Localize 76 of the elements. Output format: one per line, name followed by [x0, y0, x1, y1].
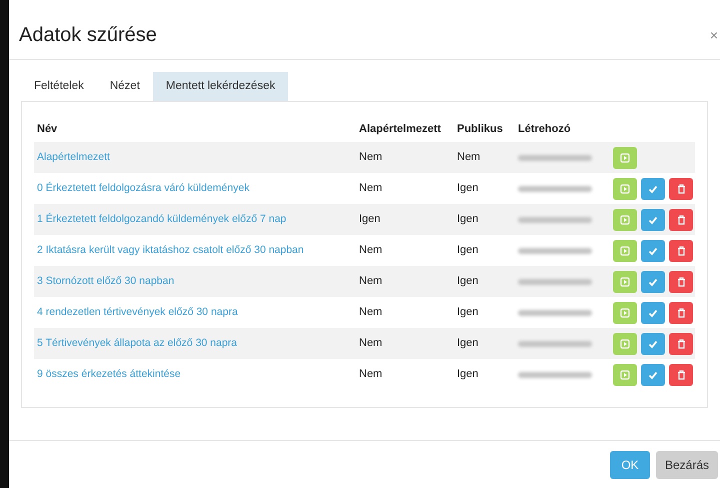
delete-button[interactable]	[669, 178, 693, 200]
run-button[interactable]	[613, 208, 637, 230]
run-button[interactable]	[613, 270, 637, 292]
trash-icon	[676, 214, 686, 224]
table-cell-text: Igen	[359, 212, 380, 228]
tab[interactable]: Feltételek	[21, 72, 97, 101]
table-cell-text: Igen	[457, 212, 478, 228]
table-cell-text: Igen	[457, 181, 478, 196]
tab[interactable]: Mentett lekérdezések	[152, 72, 288, 101]
column-header: Létrehozó	[517, 122, 572, 137]
table-cell-text: Nem	[359, 181, 382, 196]
column-header: Alapértelmezett	[358, 122, 442, 137]
query-link[interactable]: 0 Érkeztetett feldolgozásra váró küldemények	[37, 180, 250, 196]
table-cell-text: Igen	[457, 336, 478, 352]
ok-button[interactable]: OK	[610, 450, 650, 478]
table-cell-text: Igen	[457, 367, 478, 382]
column-header: Publikus	[456, 122, 504, 137]
table-cell-text: Nem	[359, 367, 382, 382]
check-icon	[648, 214, 658, 224]
query-link[interactable]: 4 rendezetlen tértivevények előző 30 napra	[37, 304, 238, 320]
table-cell-text: Nem	[457, 150, 480, 166]
delete-button[interactable]	[669, 240, 693, 262]
check-icon	[648, 308, 658, 318]
check-icon	[648, 338, 658, 348]
apply-button[interactable]	[641, 364, 665, 386]
trash-icon	[676, 370, 686, 380]
dialog-title: Adatok szűrése	[19, 22, 157, 48]
apply-button[interactable]	[641, 178, 665, 200]
tab[interactable]: Nézet	[96, 72, 153, 101]
play-square-icon	[620, 246, 630, 256]
trash-icon	[676, 276, 686, 286]
apply-button[interactable]	[641, 332, 665, 354]
run-button[interactable]	[613, 364, 637, 386]
query-link[interactable]: 2 Iktatásra került vagy iktatáshoz csatolt előző 30 napban	[37, 242, 304, 258]
close-button[interactable]: ×	[710, 28, 718, 42]
table-cell-text: Nem	[359, 243, 382, 258]
play-square-icon	[620, 338, 630, 348]
check-icon	[648, 246, 658, 256]
trash-icon	[676, 338, 686, 348]
delete-button[interactable]	[669, 302, 693, 324]
run-button[interactable]	[613, 302, 637, 324]
table-cell-text: Nem	[359, 305, 382, 320]
check-icon	[648, 276, 658, 286]
play-square-icon	[620, 152, 630, 162]
play-square-icon	[620, 370, 630, 380]
apply-button[interactable]	[641, 270, 665, 292]
play-square-icon	[620, 184, 630, 194]
apply-button[interactable]	[641, 240, 665, 262]
table-cell-text: Igen	[457, 243, 478, 258]
column-header: Név	[36, 122, 58, 137]
play-square-icon	[620, 276, 630, 286]
table-cell-text: Nem	[359, 274, 382, 290]
check-icon	[648, 370, 658, 380]
table-cell-text: Igen	[457, 274, 478, 290]
table-cell-text: Igen	[457, 305, 478, 320]
delete-button[interactable]	[669, 332, 693, 354]
query-link[interactable]: 9 összes érkezetés áttekintése	[37, 366, 181, 382]
run-button[interactable]	[613, 178, 637, 200]
trash-icon	[676, 184, 686, 194]
apply-button[interactable]	[641, 208, 665, 230]
trash-icon	[676, 308, 686, 318]
play-square-icon	[620, 214, 630, 224]
trash-icon	[676, 246, 686, 256]
table-cell-text: Nem	[359, 336, 382, 352]
delete-button[interactable]	[669, 270, 693, 292]
table-cell-text: Nem	[359, 150, 382, 166]
run-button[interactable]	[613, 332, 637, 354]
run-button[interactable]	[613, 240, 637, 262]
check-icon	[648, 184, 658, 194]
play-square-icon	[620, 308, 630, 318]
delete-button[interactable]	[669, 364, 693, 386]
delete-button[interactable]	[669, 208, 693, 230]
apply-button[interactable]	[641, 302, 665, 324]
run-button[interactable]	[613, 146, 637, 168]
close-dialog-button[interactable]: Bezárás	[656, 450, 718, 478]
query-link[interactable]: Alapértelmezett	[37, 150, 110, 166]
